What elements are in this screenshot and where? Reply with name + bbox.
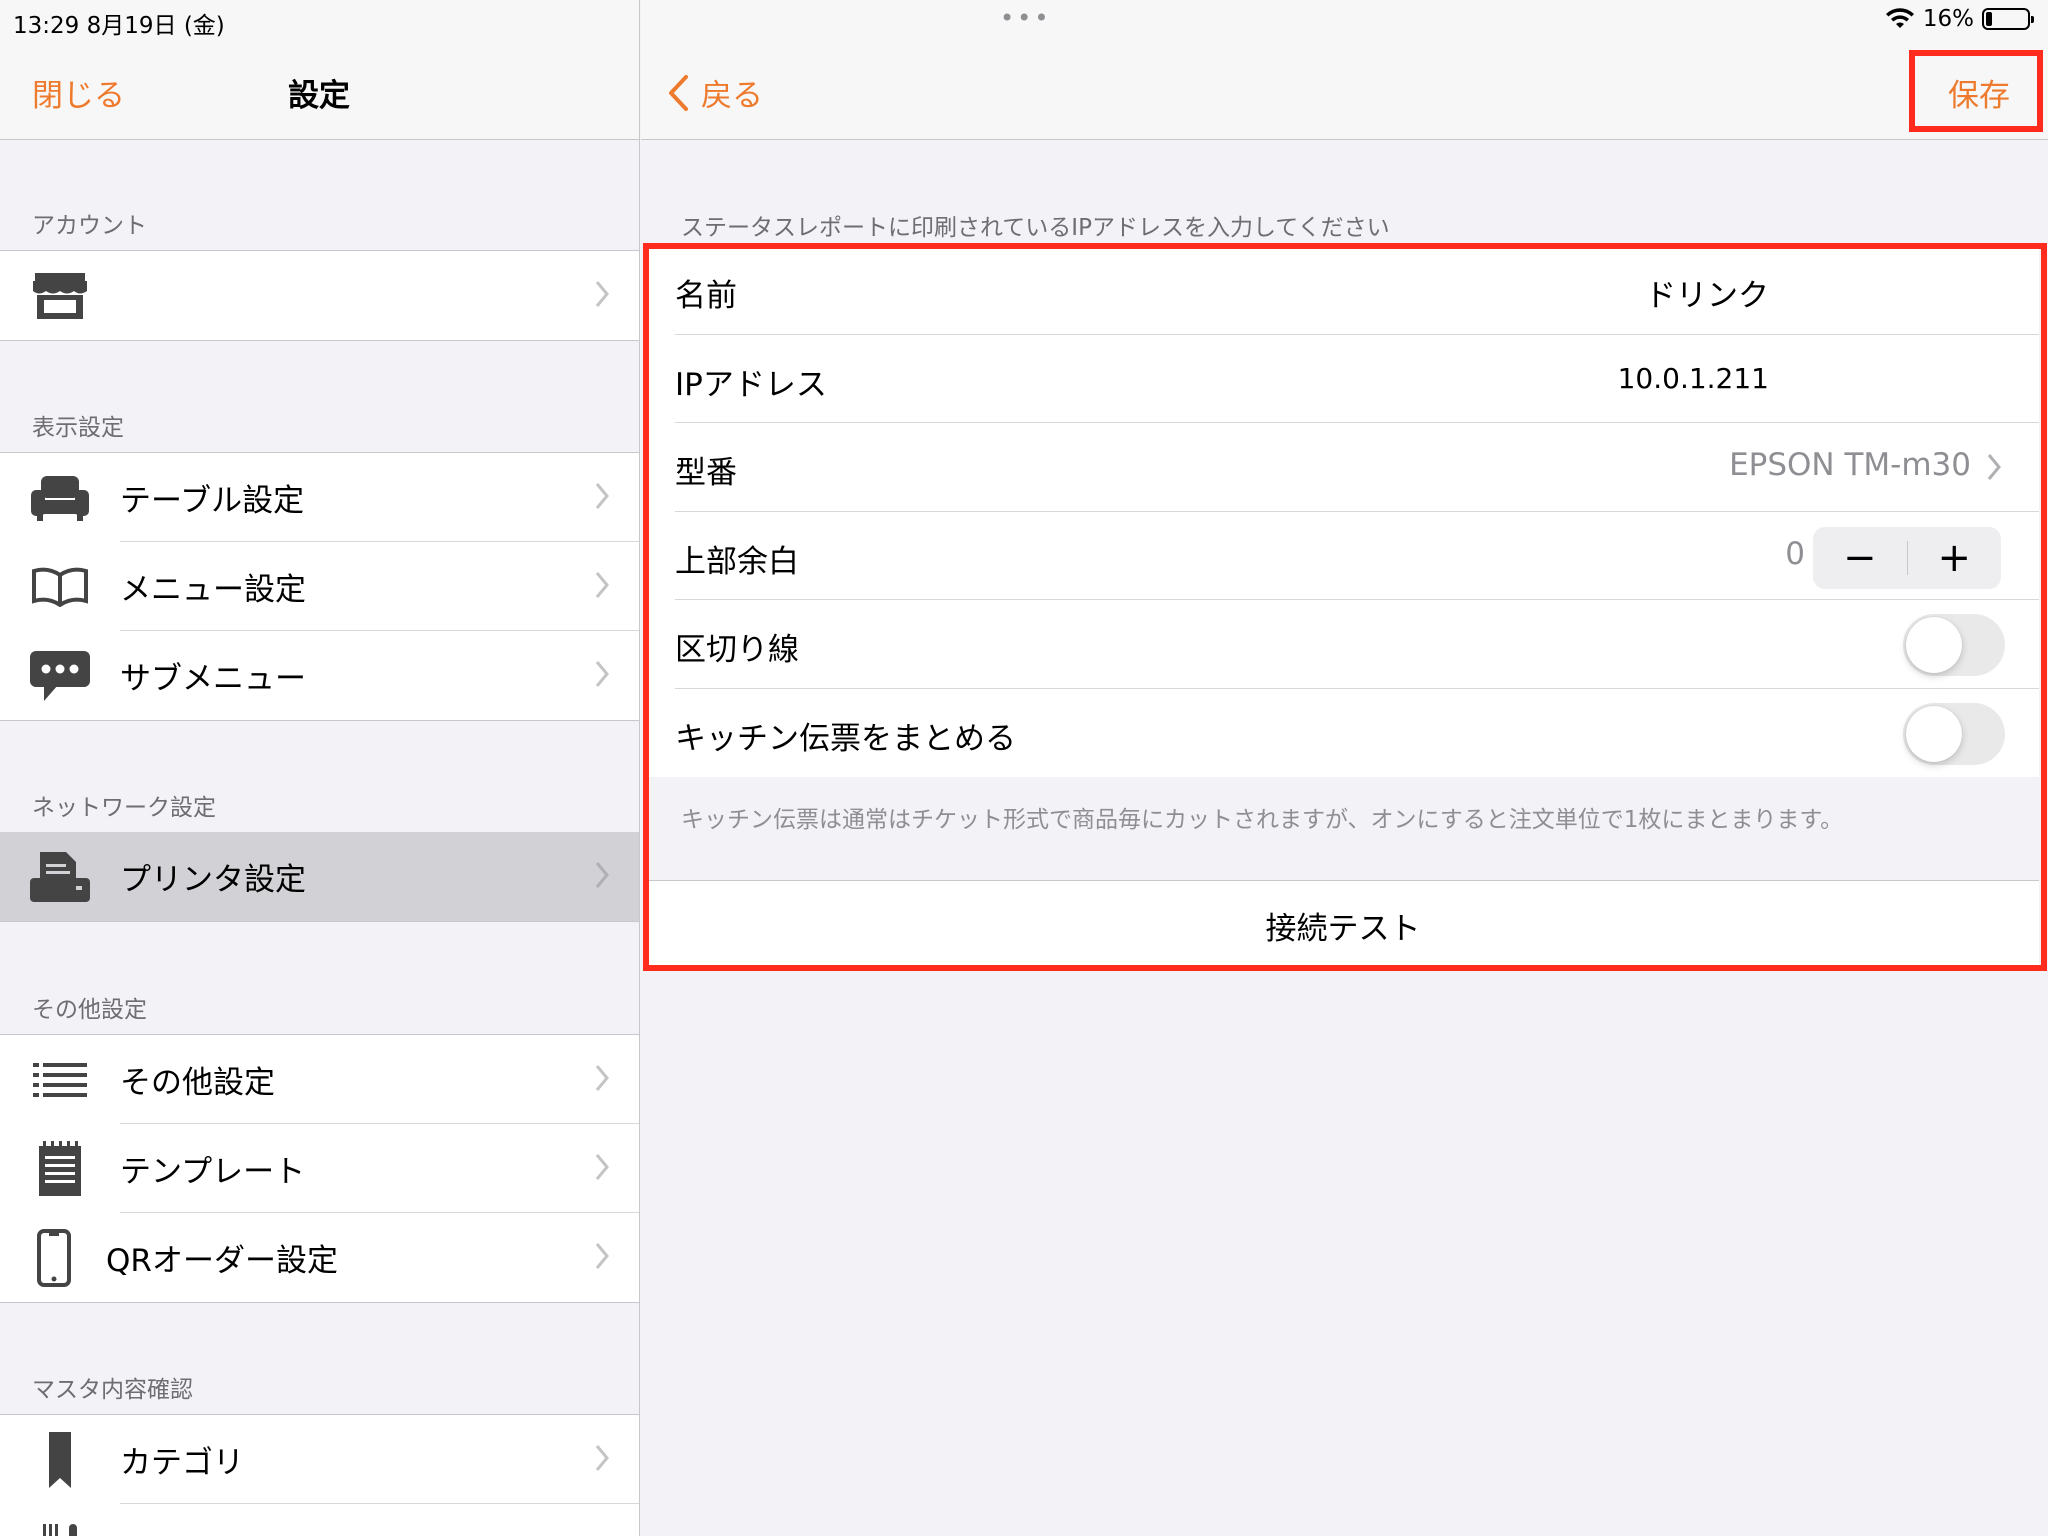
connection-test-group: 接続テスト: [647, 880, 2039, 968]
combine-tickets-toggle[interactable]: [1903, 702, 2005, 765]
divider-line-toggle[interactable]: [1903, 614, 2005, 676]
section-header-account: アカウント: [32, 213, 147, 239]
phone-icon: [24, 1229, 84, 1287]
section-header-network: ネットワーク設定: [32, 795, 216, 821]
printer-detail-pane: 戻る 保存 ステータスレポートに印刷されているIPアドレスを入力してください 名…: [641, 0, 2048, 1536]
sidebar-item-label: テーブル設定: [120, 483, 305, 519]
sidebar-item-account[interactable]: [0, 251, 639, 340]
section-header-display: 表示設定: [32, 415, 124, 441]
list-icon: [30, 1055, 90, 1105]
bookmark-icon: [30, 1432, 90, 1488]
chevron-right-icon: [1987, 454, 2001, 480]
close-button[interactable]: 閉じる: [32, 70, 125, 115]
combine-tickets-row: キッチン伝票をまとめる: [647, 689, 2039, 778]
ip-hint-text: ステータスレポートに印刷されているIPアドレスを入力してください: [681, 215, 1390, 241]
notepad-icon: [30, 1141, 90, 1196]
ip-label: IPアドレス: [675, 366, 827, 403]
sidebar-item-menu-settings[interactable]: メニュー設定: [0, 542, 639, 631]
status-time: 13:29 8月19日 (金): [13, 13, 225, 39]
sidebar-title: 設定: [288, 78, 350, 114]
section-header-master: マスタ内容確認: [32, 1377, 193, 1403]
decrement-button[interactable]: −: [1813, 527, 1907, 589]
connection-test-button[interactable]: 接続テスト: [647, 903, 2039, 948]
utensils-icon: [30, 1524, 90, 1536]
combine-tickets-label: キッチン伝票をまとめる: [675, 720, 1016, 757]
back-button[interactable]: 戻る: [667, 70, 763, 115]
chevron-right-icon: [595, 572, 609, 598]
sidebar-item-submenu[interactable]: サブメニュー: [0, 631, 639, 720]
sidebar-item-label: テンプレート: [120, 1154, 306, 1190]
wifi-icon: [1885, 8, 1914, 28]
sidebar-item-label: メニュー設定: [120, 572, 306, 608]
name-label: 名前: [675, 278, 737, 314]
chevron-right-icon: [595, 862, 609, 888]
chevron-right-icon: [595, 281, 609, 307]
sidebar-item-partial[interactable]: [0, 1504, 639, 1536]
other-group: その他設定 テンプレート QRオーダー設定: [0, 1034, 639, 1303]
sidebar-item-template[interactable]: テンプレート: [0, 1124, 639, 1213]
top-margin-stepper: − +: [1813, 526, 2002, 589]
chevron-right-icon: [595, 1243, 609, 1269]
ip-address-field[interactable]: 10.0.1.211: [1618, 362, 1769, 395]
chevron-right-icon: [595, 661, 609, 687]
sidebar-item-label: プリンタ設定: [120, 862, 306, 898]
save-highlight-box: [1909, 50, 2043, 132]
divider-line-label: 区切り線: [675, 632, 799, 668]
ip-row[interactable]: IPアドレス 10.0.1.211: [647, 335, 2039, 423]
sidebar-item-label: QRオーダー設定: [106, 1243, 338, 1279]
name-value-field[interactable]: ドリンク: [1645, 270, 1769, 315]
printer-form-group: 名前 ドリンク IPアドレス 10.0.1.211 型番 EPSON TM-m3…: [647, 246, 2039, 777]
name-row[interactable]: 名前 ドリンク: [647, 246, 2039, 335]
combine-tickets-note: キッチン伝票は通常はチケット形式で商品毎にカットされますが、オンにすると注文単位…: [681, 807, 1844, 833]
book-icon: [30, 562, 90, 612]
status-bar: 13:29 8月19日 (金) ••• 16%: [0, 0, 2048, 40]
chevron-right-icon: [595, 1445, 609, 1471]
sidebar-item-other-settings[interactable]: その他設定: [0, 1035, 639, 1124]
printer-icon: [30, 852, 90, 902]
sidebar-item-label: その他設定: [120, 1065, 275, 1101]
chevron-left-icon: [669, 74, 688, 111]
sidebar-item-printer-settings[interactable]: プリンタ設定: [0, 832, 639, 921]
sidebar-item-label: サブメニュー: [120, 661, 306, 697]
section-header-other: その他設定: [32, 997, 147, 1023]
chat-bubble-icon: [30, 651, 90, 701]
sidebar-item-table-settings[interactable]: テーブル設定: [0, 453, 639, 542]
chevron-right-icon: [595, 1065, 609, 1091]
battery-icon: [1982, 8, 2034, 30]
increment-button[interactable]: +: [1908, 527, 2002, 589]
top-margin-row: 上部余白 0 − +: [647, 512, 2039, 600]
divider-line-row: 区切り線: [647, 600, 2039, 689]
model-label: 型番: [675, 455, 737, 491]
sidebar-item-qr-order[interactable]: QRオーダー設定: [0, 1213, 639, 1302]
back-button-label: 戻る: [701, 78, 763, 114]
battery-percent: 16%: [1922, 6, 1974, 32]
top-margin-value: 0: [1785, 535, 1805, 572]
master-group: カテゴリ: [0, 1414, 639, 1536]
display-group: テーブル設定 メニュー設定 サブメニュー: [0, 452, 639, 721]
multitasking-dots-icon[interactable]: •••: [1000, 4, 1051, 32]
settings-sidebar: 閉じる 設定 アカウント 表示設定 テーブル設定 メニュー設定 サブメニュー ネ…: [0, 0, 640, 1536]
chevron-right-icon: [595, 1154, 609, 1180]
sidebar-item-label: カテゴリ: [120, 1445, 244, 1481]
model-row[interactable]: 型番 EPSON TM-m30: [647, 423, 2039, 512]
top-margin-label: 上部余白: [675, 543, 799, 580]
storefront-icon: [30, 271, 90, 321]
chevron-right-icon: [595, 483, 609, 509]
sidebar-item-category[interactable]: カテゴリ: [0, 1415, 639, 1504]
model-value: EPSON TM-m30: [1729, 447, 1971, 483]
network-group: プリンタ設定: [0, 832, 639, 922]
account-group: [0, 250, 639, 341]
sofa-icon: [30, 473, 90, 523]
